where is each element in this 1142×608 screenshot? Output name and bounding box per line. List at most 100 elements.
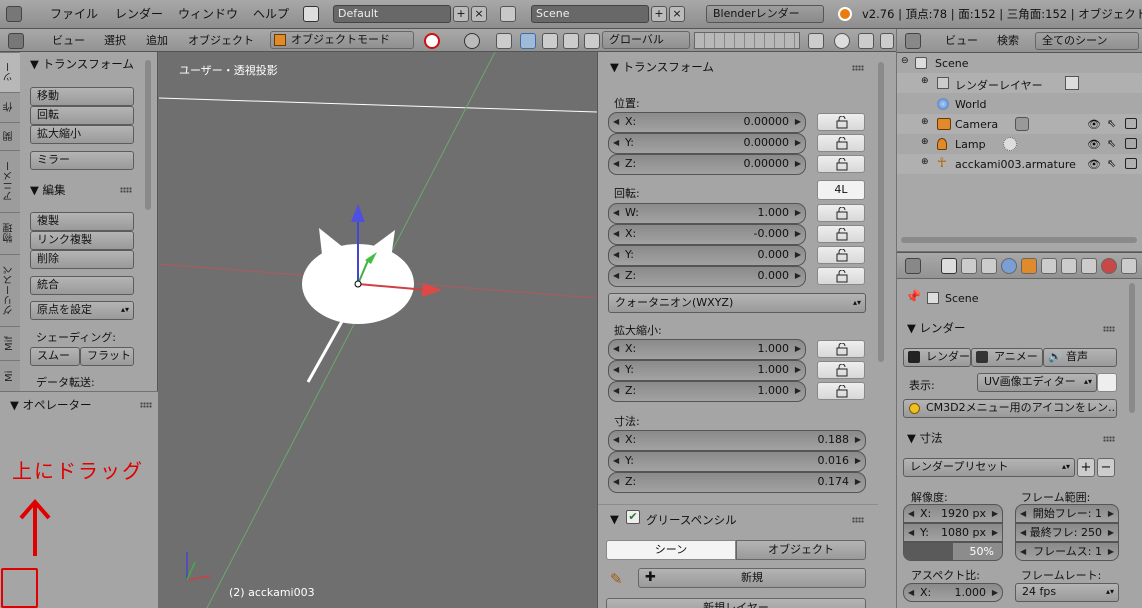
lock-location-x[interactable]: [817, 113, 865, 131]
texture-context-icon[interactable]: [1121, 258, 1137, 274]
outliner-row-lamp[interactable]: ⊕ Lamp 👁 ⇖: [897, 134, 1142, 154]
scale-z-field[interactable]: ◀ Z: 1.000 ▶: [608, 381, 806, 402]
shade-flat-button[interactable]: フラット: [80, 347, 134, 366]
delete-button[interactable]: 削除: [30, 250, 134, 269]
animation-button[interactable]: アニメー: [971, 348, 1043, 367]
duplicate-button[interactable]: 複製: [30, 212, 134, 231]
outliner-row-camera[interactable]: ⊕ Camera 👁 ⇖: [897, 114, 1142, 134]
data-context-icon[interactable]: [1081, 258, 1097, 274]
render-panel-title[interactable]: ▼ レンダー: [907, 320, 966, 336]
rotation-x-field[interactable]: ◀ X: -0.000 ▶: [608, 224, 806, 245]
render-panel-grip[interactable]: [1103, 326, 1115, 332]
location-x-field[interactable]: ◀ X: 0.00000 ▶: [608, 112, 806, 133]
remove-scene-icon[interactable]: ×: [669, 6, 685, 22]
snap-target-icon[interactable]: [858, 33, 874, 49]
dimensions-y-field[interactable]: ◀ Y: 0.016 ▶: [608, 451, 866, 472]
render-camera-icon[interactable]: [1125, 158, 1137, 169]
render-camera-icon[interactable]: [1125, 118, 1137, 129]
grease-panel-grip[interactable]: [852, 517, 864, 523]
lock-location-y[interactable]: [817, 134, 865, 152]
dimensions-x-field[interactable]: ◀ X: 0.188 ▶: [608, 430, 866, 451]
visibility-eye-icon[interactable]: 👁: [1087, 158, 1101, 171]
transform-panel-title[interactable]: ▼ トランスフォーム: [30, 56, 134, 72]
tab-relations[interactable]: 関: [0, 122, 20, 150]
lock-rotation-w[interactable]: [817, 204, 865, 222]
dimensions-panel-grip[interactable]: [1103, 436, 1115, 442]
visibility-eye-icon[interactable]: 👁: [1087, 138, 1101, 151]
view3d-editor-icon[interactable]: [8, 33, 24, 49]
constraints-context-icon[interactable]: [1041, 258, 1057, 274]
outliner-row-render-layers[interactable]: ⊕ レンダーレイヤー: [897, 73, 1142, 93]
snap-icon[interactable]: [834, 33, 850, 49]
cm3d2-icon-render-button[interactable]: CM3D2メニュー用のアイコンをレン...: [903, 399, 1117, 418]
shade-smooth-button[interactable]: スムー: [30, 347, 80, 366]
scene-icon[interactable]: [500, 6, 516, 22]
rotation-w-field[interactable]: ◀ W: 1.000 ▶: [608, 203, 806, 224]
new-layer-button[interactable]: 新規レイヤー: [606, 598, 866, 608]
outliner-scrollbar[interactable]: [901, 237, 1137, 243]
rotation-mode-select[interactable]: クォータニオン(WXYZ) ▴▾: [608, 293, 866, 313]
resolution-y-field[interactable]: ◀ Y: 1080 px ▶: [903, 523, 1003, 542]
object-context-icon[interactable]: [1021, 258, 1037, 274]
npanel-transform-grip[interactable]: [852, 65, 864, 71]
lock-rotation-y[interactable]: [817, 246, 865, 264]
grease-tab-scene[interactable]: シーン: [606, 540, 736, 560]
edit-panel-title[interactable]: ▼ 編集: [30, 182, 66, 198]
tab-animation[interactable]: アニメー: [0, 150, 20, 212]
outliner-filter-select[interactable]: 全てのシーン: [1035, 32, 1139, 50]
grease-tab-object[interactable]: オブジェクト: [736, 540, 866, 560]
new-grease-button[interactable]: ✚ 新規: [638, 568, 866, 588]
frame-start-field[interactable]: ◀ 開始フレー: 1 ▶: [1015, 504, 1119, 523]
outliner-row-world[interactable]: World: [897, 94, 1142, 114]
tab-mi[interactable]: Mi: [0, 360, 20, 391]
render-layers-context-icon[interactable]: [961, 258, 977, 274]
pin-icon[interactable]: 📌: [905, 290, 921, 305]
render-preset-select[interactable]: レンダープリセット ▴▾: [903, 458, 1075, 477]
menu-window[interactable]: ウィンドウ: [178, 0, 238, 28]
outliner-menu-view[interactable]: ビュー: [945, 29, 978, 53]
menu-help[interactable]: ヘルプ: [253, 0, 289, 28]
rotate-button[interactable]: 回転: [30, 106, 134, 125]
lock-4l-toggle[interactable]: 4L: [817, 180, 865, 200]
tab-grease-pencil[interactable]: グリースペ: [0, 254, 20, 326]
frame-end-field[interactable]: ◀ 最終フレ: 250 ▶: [1015, 523, 1119, 542]
drag-handle-highlight[interactable]: [1, 568, 38, 608]
dimensions-z-field[interactable]: ◀ Z: 0.174 ▶: [608, 472, 866, 493]
add-scene-icon[interactable]: +: [651, 6, 667, 22]
location-z-field[interactable]: ◀ Z: 0.00000 ▶: [608, 154, 806, 175]
lock-interface-icon[interactable]: [1097, 373, 1117, 392]
tab-physics[interactable]: 物理: [0, 212, 20, 254]
visibility-eye-icon[interactable]: 👁: [1087, 118, 1101, 131]
menu-render[interactable]: レンダー: [115, 0, 163, 28]
world-context-icon[interactable]: [1001, 258, 1017, 274]
orientation-select[interactable]: グローバル: [602, 31, 690, 49]
rotation-y-field[interactable]: ◀ Y: 0.000 ▶: [608, 245, 806, 266]
select-cursor-icon[interactable]: ⇖: [1107, 137, 1116, 150]
display-select[interactable]: UV画像エディター ▴▾: [977, 373, 1097, 392]
outliner-menu-search[interactable]: 検索: [997, 29, 1019, 53]
select-cursor-icon[interactable]: ⇖: [1107, 117, 1116, 130]
scale-button[interactable]: 拡大縮小: [30, 125, 134, 144]
resolution-x-field[interactable]: ◀ X: 1920 px ▶: [903, 504, 1003, 523]
properties-scrollbar[interactable]: [1129, 283, 1135, 413]
add-layout-icon[interactable]: +: [453, 6, 469, 22]
lock-camera-icon[interactable]: [808, 33, 824, 49]
grease-pencil-header[interactable]: ▼ ✔ グリースペンシル: [598, 504, 878, 530]
frame-step-field[interactable]: ◀ フレームス: 1 ▶: [1015, 542, 1119, 561]
translate-icon[interactable]: [520, 33, 536, 49]
select-cursor-icon[interactable]: ⇖: [1107, 157, 1116, 170]
lock-rotation-x[interactable]: [817, 225, 865, 243]
rotation-z-field[interactable]: ◀ Z: 0.000 ▶: [608, 266, 806, 287]
location-y-field[interactable]: ◀ Y: 0.00000 ▶: [608, 133, 806, 154]
layout-icon[interactable]: [303, 6, 319, 22]
layout-field[interactable]: Default: [333, 5, 451, 23]
lock-scale-x[interactable]: [817, 340, 865, 358]
npanel-transform-title[interactable]: ▼ トランスフォーム: [610, 59, 714, 75]
scene-field[interactable]: Scene: [531, 5, 649, 23]
link-duplicate-button[interactable]: リンク複製: [30, 231, 134, 250]
menu-select[interactable]: 選択: [104, 29, 126, 52]
render-context-icon[interactable]: [941, 258, 957, 274]
render-button[interactable]: レンダー: [903, 348, 971, 367]
outliner-row-scene[interactable]: ⊖ Scene: [897, 53, 1142, 73]
menu-add[interactable]: 追加: [146, 29, 168, 52]
